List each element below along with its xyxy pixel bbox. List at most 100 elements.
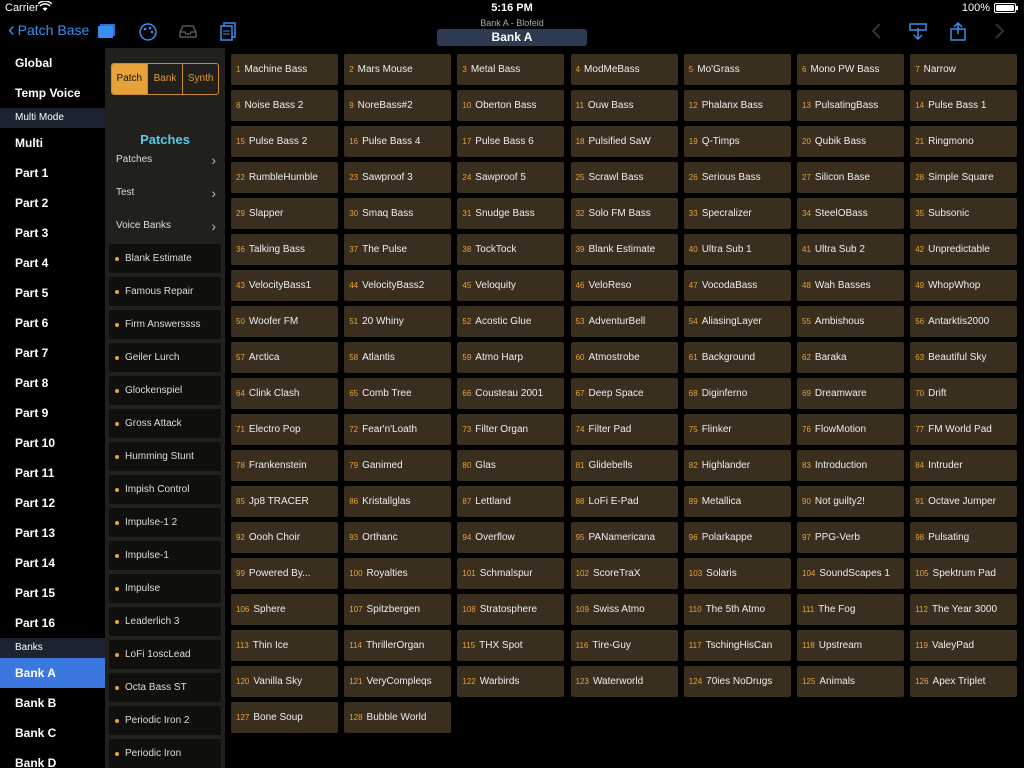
patch-cell[interactable]: 67 Deep Space: [570, 378, 678, 409]
sidebar-item-part-15[interactable]: Part 15: [0, 578, 105, 608]
segment-bank[interactable]: Bank: [148, 64, 184, 94]
patch-cell[interactable]: 68 Diginferno: [683, 378, 791, 409]
patch-cell[interactable]: 23 Sawproof 3: [344, 162, 452, 193]
patch-cell[interactable]: 104 SoundScapes 1: [797, 558, 904, 589]
folder-test[interactable]: Test ›: [116, 182, 216, 204]
patch-cell[interactable]: 60 Atmostrobe: [570, 342, 678, 373]
patch-cell[interactable]: 8 Noise Bass 2: [231, 90, 338, 121]
patch-cell[interactable]: 13 PulsatingBass: [797, 90, 904, 121]
patch-cell[interactable]: 77 FM World Pad: [910, 414, 1018, 445]
patch-cell[interactable]: 15 Pulse Bass 2: [231, 126, 338, 157]
patch-cell[interactable]: 3 Metal Bass: [457, 54, 565, 85]
patch-cell[interactable]: 105 Spektrum Pad: [910, 558, 1018, 589]
sidebar-item-bank-b[interactable]: Bank B: [0, 688, 105, 718]
patch-cell[interactable]: 73 Filter Organ: [457, 414, 565, 445]
patch-cell[interactable]: 10 Oberton Bass: [457, 90, 565, 121]
patch-list-item[interactable]: Leaderlich 3: [109, 607, 221, 636]
patch-cell[interactable]: 16 Pulse Bass 4: [344, 126, 452, 157]
patch-cell[interactable]: 54 AliasingLayer: [683, 306, 791, 337]
patch-cell[interactable]: 50 Woofer FM: [231, 306, 338, 337]
sidebar-item-part-1[interactable]: Part 1: [0, 158, 105, 188]
folder-patches[interactable]: Patches ›: [116, 149, 216, 171]
patch-cell[interactable]: 24 Sawproof 5: [457, 162, 565, 193]
patch-cell[interactable]: 29 Slapper: [231, 198, 338, 229]
patch-cell[interactable]: 91 Octave Jumper: [910, 486, 1018, 517]
sidebar-item-bank-a[interactable]: Bank A: [0, 658, 105, 688]
patch-list-item[interactable]: Blank Estimate: [109, 244, 221, 273]
patch-cell[interactable]: 108 Stratosphere: [457, 594, 565, 625]
patch-cell[interactable]: 30 Smaq Bass: [344, 198, 452, 229]
patch-cell[interactable]: 12 Phalanx Bass: [683, 90, 791, 121]
patch-cell[interactable]: 45 Veloquity: [457, 270, 565, 301]
sidebar-item-part-9[interactable]: Part 9: [0, 398, 105, 428]
patch-cell[interactable]: 74 Filter Pad: [570, 414, 678, 445]
patch-cell[interactable]: 128 Bubble World: [344, 702, 452, 733]
patch-cell[interactable]: 49 WhopWhop: [910, 270, 1018, 301]
patch-cell[interactable]: 64 Clink Clash: [231, 378, 338, 409]
patch-cell[interactable]: 109 Swiss Atmo: [570, 594, 678, 625]
patch-cell[interactable]: 80 Glas: [457, 450, 565, 481]
patch-list-item[interactable]: Geiler Lurch: [109, 343, 221, 372]
patch-cell[interactable]: 6 Mono PW Bass: [797, 54, 904, 85]
patch-cell[interactable]: 48 Wah Basses: [797, 270, 904, 301]
chevron-left-icon[interactable]: [870, 22, 892, 42]
patch-cell[interactable]: 39 Blank Estimate: [570, 234, 678, 265]
patch-cell[interactable]: 62 Baraka: [797, 342, 904, 373]
patch-cell[interactable]: 93 Orthanc: [344, 522, 452, 553]
patch-cell[interactable]: 122 Warbirds: [457, 666, 565, 697]
patch-cell[interactable]: 28 Simple Square: [910, 162, 1018, 193]
patch-cell[interactable]: 87 Lettland: [457, 486, 565, 517]
patch-cell[interactable]: 33 Specralizer: [683, 198, 791, 229]
patch-cell[interactable]: 41 Ultra Sub 2: [797, 234, 904, 265]
sidebar-item-part-12[interactable]: Part 12: [0, 488, 105, 518]
patch-cell[interactable]: 96 Polarkappe: [683, 522, 791, 553]
patch-cell[interactable]: 34 SteelOBass: [797, 198, 904, 229]
patch-cell[interactable]: 86 Kristallglas: [344, 486, 452, 517]
sidebar-item-part-14[interactable]: Part 14: [0, 548, 105, 578]
patch-cell[interactable]: 78 Frankenstein: [231, 450, 338, 481]
sidebar-item-multi[interactable]: Multi: [0, 128, 105, 158]
patch-cell[interactable]: 66 Cousteau 2001: [457, 378, 565, 409]
patch-cell[interactable]: 2 Mars Mouse: [344, 54, 452, 85]
patch-cell[interactable]: 40 Ultra Sub 1: [683, 234, 791, 265]
patch-list-item[interactable]: LoFi 1oscLead: [109, 640, 221, 669]
patch-cell[interactable]: 114 ThrillerOrgan: [344, 630, 452, 661]
segment-synth[interactable]: Synth: [183, 64, 218, 94]
patch-list-item[interactable]: Periodic Iron: [109, 739, 221, 768]
patch-cell[interactable]: 38 TockTock: [457, 234, 565, 265]
patch-cell[interactable]: 123 Waterworld: [570, 666, 678, 697]
patch-cell[interactable]: 21 Ringmono: [910, 126, 1018, 157]
sidebar-item-part-6[interactable]: Part 6: [0, 308, 105, 338]
patch-cell[interactable]: 101 Schmalspur: [457, 558, 565, 589]
patch-list-item[interactable]: Impulse-1: [109, 541, 221, 570]
patch-cell[interactable]: 95 PANamericana: [570, 522, 678, 553]
patch-cell[interactable]: 94 Overflow: [457, 522, 565, 553]
patch-cell[interactable]: 70 Drift: [910, 378, 1018, 409]
patch-cell[interactable]: 81 Glidebells: [570, 450, 678, 481]
patch-cell[interactable]: 22 RumbleHumble: [231, 162, 338, 193]
patch-cell[interactable]: 58 Atlantis: [344, 342, 452, 373]
patch-cell[interactable]: 71 Electro Pop: [231, 414, 338, 445]
patch-cell[interactable]: 42 Unpredictable: [910, 234, 1018, 265]
patch-cell[interactable]: 63 Beautiful Sky: [910, 342, 1018, 373]
patch-cell[interactable]: 100 Royalties: [344, 558, 452, 589]
patch-list-item[interactable]: Humming Stunt: [109, 442, 221, 471]
sidebar-item-part-16[interactable]: Part 16: [0, 608, 105, 638]
sidebar-item-part-7[interactable]: Part 7: [0, 338, 105, 368]
patch-cell[interactable]: 59 Atmo Harp: [457, 342, 565, 373]
patch-cell[interactable]: 116 Tire-Guy: [570, 630, 678, 661]
patch-cell[interactable]: 111 The Fog: [797, 594, 904, 625]
patch-cell[interactable]: 35 Subsonic: [910, 198, 1018, 229]
patch-cell[interactable]: 119 ValeyPad: [910, 630, 1018, 661]
patch-cell[interactable]: 61 Background: [683, 342, 791, 373]
patch-list-item[interactable]: Impulse-1 2: [109, 508, 221, 537]
patch-cell[interactable]: 83 Introduction: [797, 450, 904, 481]
patch-cell[interactable]: 52 Acostic Glue: [457, 306, 565, 337]
patch-cell[interactable]: 36 Talking Bass: [231, 234, 338, 265]
patch-cell[interactable]: 72 Fear'n'Loath: [344, 414, 452, 445]
patch-cell[interactable]: 53 AdventurBell: [570, 306, 678, 337]
patch-cell[interactable]: 20 Qubik Bass: [797, 126, 904, 157]
patch-cell[interactable]: 113 Thin Ice: [231, 630, 338, 661]
sidebar-item-bank-c[interactable]: Bank C: [0, 718, 105, 748]
sidebar-item-part-4[interactable]: Part 4: [0, 248, 105, 278]
